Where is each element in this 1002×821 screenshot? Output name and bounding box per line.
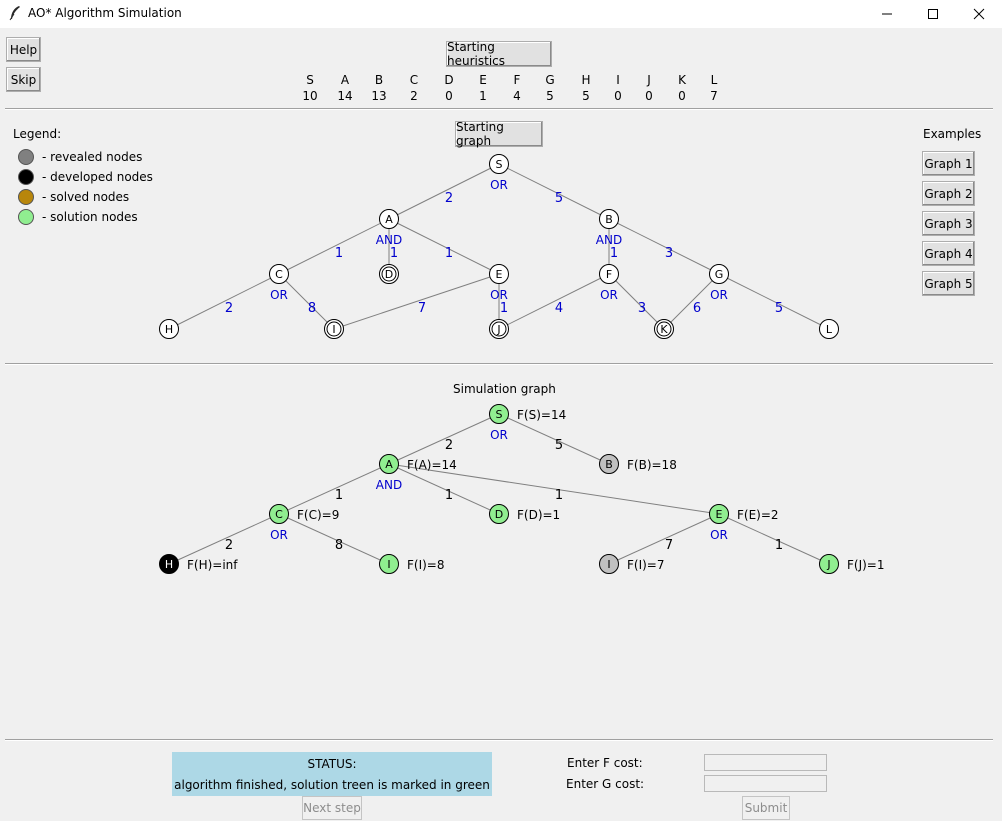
sim-edge-cost: 7 bbox=[665, 538, 673, 553]
sim-node-e: E F(E)=2 bbox=[709, 504, 779, 524]
svg-text:A: A bbox=[385, 458, 393, 471]
status-message: algorithm finished, solution treen is ma… bbox=[174, 778, 490, 792]
sim-node-cost: F(I)=7 bbox=[627, 558, 665, 572]
sim-edge-cost: 2 bbox=[445, 438, 453, 453]
sim-node-cost: F(H)=inf bbox=[187, 558, 238, 572]
svg-text:E: E bbox=[716, 508, 723, 521]
f-cost-input[interactable] bbox=[704, 754, 827, 771]
svg-text:I: I bbox=[387, 558, 390, 571]
svg-text:I: I bbox=[607, 558, 610, 571]
sim-edge-cost: 5 bbox=[555, 438, 563, 453]
svg-text:C: C bbox=[275, 508, 283, 521]
sim-node-c: C F(C)=9 bbox=[269, 504, 339, 524]
sim-node-cost: F(E)=2 bbox=[737, 508, 779, 522]
sim-edge-cost: 1 bbox=[335, 488, 343, 503]
sim-node-cost: F(I)=8 bbox=[407, 558, 445, 572]
next-step-button[interactable]: Next step bbox=[302, 796, 362, 820]
submit-button[interactable]: Submit bbox=[742, 796, 790, 820]
sim-edge-cost: 2 bbox=[225, 538, 233, 553]
sim-node-cost: F(D)=1 bbox=[517, 508, 560, 522]
sim-node-b: B F(B)=18 bbox=[599, 454, 677, 474]
sim-node-i: I F(I)=8 bbox=[379, 554, 445, 574]
sim-node-i: I F(I)=7 bbox=[599, 554, 665, 574]
svg-text:B: B bbox=[605, 458, 613, 471]
simulation-graph-canvas: 2 5 1 1 1 2 8 7 1 OR AND OR OR S F(S)=14 A… bbox=[159, 404, 885, 574]
svg-text:H: H bbox=[165, 558, 173, 571]
status-title: STATUS: bbox=[307, 757, 357, 771]
sim-edge-cost: 1 bbox=[775, 538, 783, 553]
svg-text:J: J bbox=[826, 558, 830, 571]
sim-node-cost: F(B)=18 bbox=[627, 458, 677, 472]
sim-node-cost: F(S)=14 bbox=[517, 408, 566, 422]
sim-edge-cost: 8 bbox=[335, 538, 343, 553]
sim-node-j: J F(J)=1 bbox=[819, 554, 885, 574]
g-cost-label: Enter G cost: bbox=[566, 777, 645, 791]
svg-text:D: D bbox=[495, 508, 503, 521]
sim-node-s: S F(S)=14 bbox=[489, 404, 566, 424]
sim-node-type-label: OR bbox=[490, 428, 508, 442]
bottom-divider bbox=[5, 739, 993, 741]
sim-node-type-label: OR bbox=[710, 528, 728, 542]
sim-node-h: H F(H)=inf bbox=[159, 554, 238, 574]
sim-node-cost: F(J)=1 bbox=[847, 558, 885, 572]
status-panel: STATUS: algorithm finished, solution tre… bbox=[172, 752, 492, 796]
sim-node-type-label: AND bbox=[376, 478, 402, 492]
sim-edge-cost: 1 bbox=[555, 488, 563, 503]
sim-edge-cost: 1 bbox=[445, 488, 453, 503]
sim-node-cost: F(C)=9 bbox=[297, 508, 339, 522]
svg-text:S: S bbox=[496, 408, 503, 421]
sim-node-cost: F(A)=14 bbox=[407, 458, 457, 472]
sim-node-type-label: OR bbox=[270, 528, 288, 542]
sim-node-d: D F(D)=1 bbox=[489, 504, 560, 524]
sim-node-a: A F(A)=14 bbox=[379, 454, 457, 474]
g-cost-input[interactable] bbox=[704, 775, 827, 792]
f-cost-label: Enter F cost: bbox=[567, 756, 643, 770]
